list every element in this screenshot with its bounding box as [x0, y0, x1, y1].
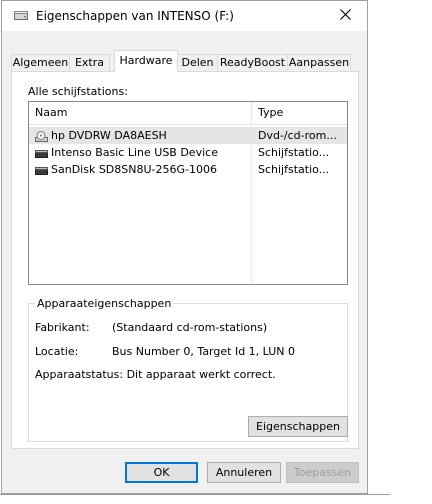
manufacturer-label: Fabrikant:: [35, 321, 90, 334]
background-divider: [0, 494, 390, 495]
list-item-dvd-drive[interactable]: hp DVDRW DA8AESH Dvd-/cd-rom...: [29, 127, 347, 144]
optical-drive-icon: [35, 130, 48, 142]
drive-type: Schijfstatio...: [258, 163, 330, 176]
apply-button[interactable]: Toepassen: [286, 462, 359, 483]
location-label: Locatie:: [35, 345, 79, 358]
drives-list[interactable]: Naam Type hp DVDRW DA8AESH Dvd-/cd-rom..: [28, 101, 348, 285]
drive-type: Schijfstatio...: [258, 146, 330, 159]
manufacturer-value: (Standaard cd-rom-stations): [112, 321, 268, 334]
drive-type: Dvd-/cd-rom...: [258, 129, 337, 142]
close-button[interactable]: [323, 1, 367, 31]
device-properties-button[interactable]: Eigenschappen: [248, 416, 348, 437]
list-item-name-cell: hp DVDRW DA8AESH: [35, 127, 167, 144]
list-header: Naam Type: [29, 102, 347, 125]
tab-hardware[interactable]: Hardware: [114, 50, 178, 72]
disk-drive-icon: [35, 164, 48, 175]
properties-dialog: Eigenschappen van INTENSO (F:) Algemeen …: [1, 0, 368, 494]
drive-name: hp DVDRW DA8AESH: [51, 129, 167, 142]
device-status: Apparaatstatus: Dit apparaat werkt corre…: [35, 368, 276, 381]
drive-name: Intenso Basic Line USB Device: [51, 146, 218, 159]
close-icon: [339, 9, 351, 23]
device-properties-group: Apparaateigenschappen Fabrikant: (Standa…: [28, 297, 348, 442]
list-item-usb-drive[interactable]: Intenso Basic Line USB Device Schijfstat…: [29, 144, 347, 161]
list-item-name-cell: Intenso Basic Line USB Device: [35, 144, 218, 161]
disk-drive-icon: [35, 147, 48, 158]
tab-readyboost[interactable]: ReadyBoost: [217, 54, 288, 71]
column-header-name[interactable]: Naam: [29, 102, 252, 124]
group-title: Apparaateigenschappen: [35, 297, 174, 310]
tab-customize[interactable]: Aanpassen: [287, 54, 351, 71]
cancel-button[interactable]: Annuleren: [207, 462, 281, 483]
drive-icon: [14, 11, 28, 21]
tab-general[interactable]: Algemeen: [11, 54, 70, 71]
drive-name: SanDisk SD8SN8U-256G-1006: [51, 163, 217, 176]
list-item-ssd-drive[interactable]: SanDisk SD8SN8U-256G-1006 Schijfstatio..…: [29, 161, 347, 178]
window-title: Eigenschappen van INTENSO (F:): [36, 9, 234, 23]
location-value: Bus Number 0, Target Id 1, LUN 0: [112, 345, 296, 358]
ok-button[interactable]: OK: [125, 462, 198, 483]
status-label: Apparaatstatus:: [35, 368, 124, 381]
drives-label: Alle schijfstations:: [28, 85, 128, 98]
tab-sharing[interactable]: Delen: [177, 54, 218, 71]
tab-extra[interactable]: Extra: [69, 54, 110, 71]
column-header-type[interactable]: Type: [252, 102, 347, 124]
hardware-panel: Alle schijfstations: Naam Type hp DVDRW …: [11, 71, 359, 449]
title-bar: Eigenschappen van INTENSO (F:): [2, 1, 367, 31]
list-item-name-cell: SanDisk SD8SN8U-256G-1006: [35, 161, 217, 178]
status-value: Dit apparaat werkt correct.: [126, 368, 276, 381]
